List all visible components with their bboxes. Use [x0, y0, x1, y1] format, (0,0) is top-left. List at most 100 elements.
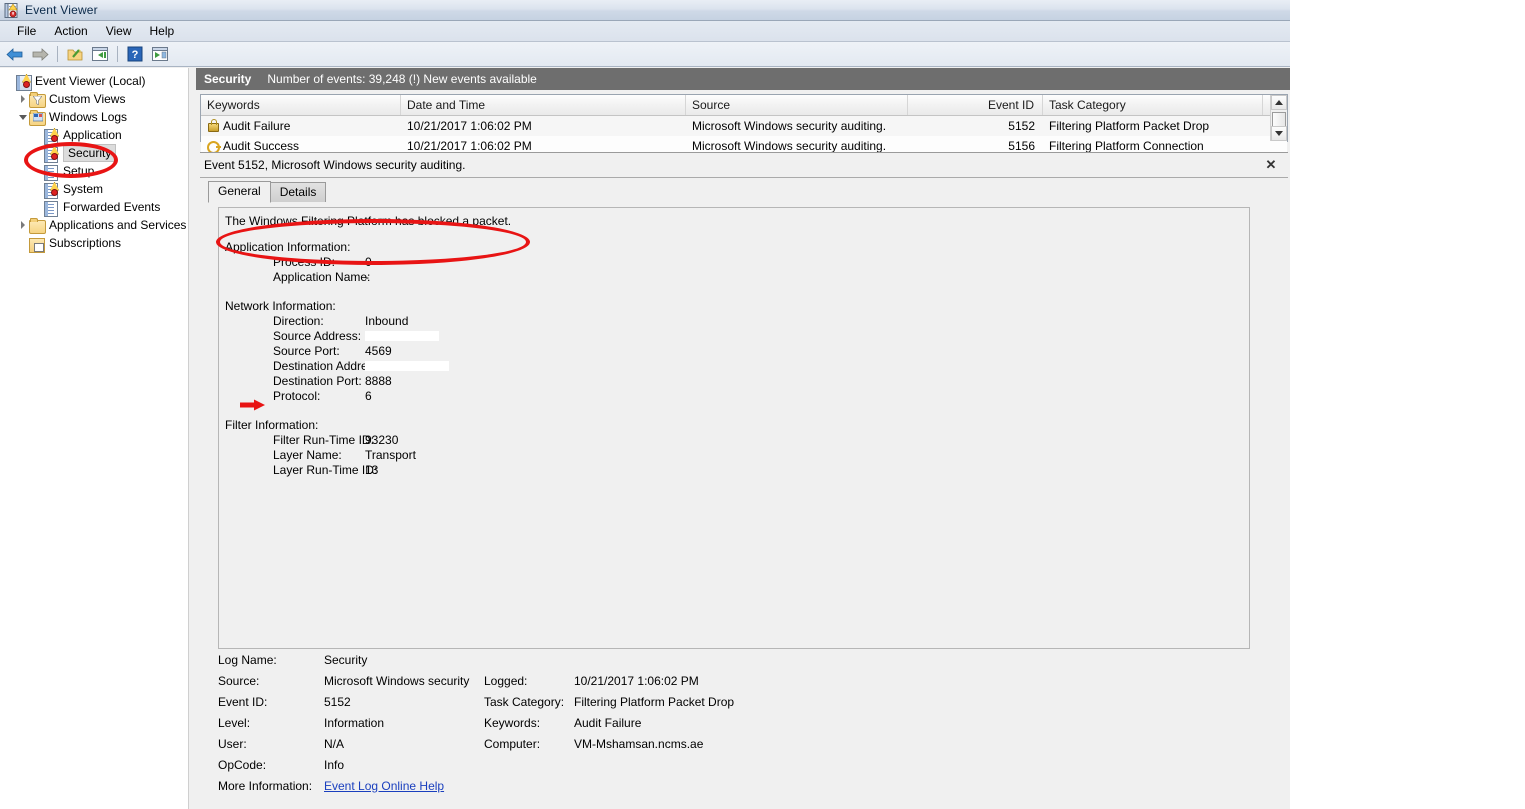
field-key: Process ID:: [273, 255, 336, 269]
field-row: Process ID: 0: [225, 255, 1249, 270]
cell-text: Audit Failure: [223, 119, 291, 133]
field-key: Destination Port:: [273, 374, 362, 388]
menu-action[interactable]: Action: [45, 22, 96, 40]
sidebar-item-setup[interactable]: Setup: [2, 162, 188, 181]
field-key: Layer Run-Time ID:: [273, 463, 378, 477]
column-header-event-id[interactable]: Event ID: [908, 95, 1043, 115]
help-button[interactable]: ?: [124, 44, 146, 64]
meta-row-log-name: Log Name: Security: [218, 649, 1268, 670]
window-title: Event Viewer: [25, 3, 98, 17]
sidebar-item-label: Windows Logs: [49, 110, 128, 124]
tree-twisty[interactable]: [16, 234, 29, 252]
task-category-label: Task Category:: [484, 694, 565, 709]
tree-twisty[interactable]: [30, 144, 43, 162]
content-header-title: Security: [204, 72, 252, 86]
tree-twisty[interactable]: [30, 180, 43, 198]
column-header-task-category[interactable]: Task Category: [1043, 95, 1263, 115]
column-header-date-and-time[interactable]: Date and Time: [401, 95, 686, 115]
sidebar-item-security[interactable]: Security: [2, 144, 188, 163]
event-id-label: Event ID:: [218, 694, 268, 709]
tree-twisty[interactable]: [30, 198, 43, 216]
cell-event-id: 5156: [1008, 139, 1035, 153]
table-row[interactable]: Audit Failure 10/21/2017 1:06:02 PM Micros…: [201, 116, 1287, 136]
event-log-online-help-link[interactable]: Event Log Online Help: [324, 779, 444, 793]
field-value: Inbound: [365, 314, 409, 328]
lock-icon: [207, 119, 219, 132]
sidebar-item-forwarded-events[interactable]: Forwarded Events: [2, 198, 188, 217]
logged-label: Logged:: [484, 673, 528, 688]
content-header: Security Number of events: 39,248 (!) Ne…: [196, 68, 1290, 90]
cell-datetime: 10/21/2017 1:06:02 PM: [407, 139, 532, 153]
toolbar-separator-1: [57, 46, 58, 62]
column-header-source[interactable]: Source: [686, 95, 908, 115]
tree-twisty[interactable]: [2, 72, 15, 90]
sidebar-item-subscriptions[interactable]: Subscriptions: [2, 234, 188, 253]
event-viewer-window: Event Viewer File Action View Help ? Eve…: [0, 0, 1290, 809]
field-key: Source Port:: [273, 344, 340, 358]
keywords-value: Audit Failure: [574, 715, 642, 730]
sidebar-item-application[interactable]: Application: [2, 126, 188, 145]
log-warning-icon: [43, 181, 59, 199]
tree-twisty[interactable]: [30, 162, 43, 180]
sidebar-item-applications-and-services-lo[interactable]: Applications and Services Lo: [2, 216, 188, 234]
tree-twisty[interactable]: [16, 90, 29, 108]
source-value: Microsoft Windows security: [324, 673, 470, 688]
meta-row-source: Source: Microsoft Windows security Logge…: [218, 670, 1268, 691]
user-label: User:: [218, 736, 247, 751]
field-value: 0: [365, 255, 372, 269]
field-row: Protocol: 6: [225, 389, 1249, 404]
event-detail-tabs: General Details: [200, 181, 1288, 203]
source-label: Source:: [218, 673, 260, 688]
menu-view[interactable]: View: [97, 22, 141, 40]
user-value: N/A: [324, 736, 345, 751]
close-icon[interactable]: ✕: [1262, 156, 1280, 174]
menu-help[interactable]: Help: [141, 22, 184, 40]
field-value: Transport: [365, 448, 416, 462]
sidebar-item-label: Security: [63, 144, 117, 162]
field-row: Destination Port: 8888: [225, 374, 1249, 389]
field-value: 6: [365, 389, 372, 403]
properties-button[interactable]: [89, 44, 111, 64]
opcode-value: Info: [324, 757, 345, 772]
cell-datetime: 10/21/2017 1:06:02 PM: [407, 119, 532, 133]
menu-file[interactable]: File: [8, 22, 45, 40]
folder-filter-icon: [29, 91, 46, 108]
folder-icon: [29, 217, 46, 234]
tab-details[interactable]: Details: [269, 182, 327, 202]
event-list-header: Keywords Date and Time Source Event ID Task …: [201, 95, 1287, 116]
scroll-down-icon[interactable]: [1271, 126, 1287, 141]
event-detail-title: Event 5152, Microsoft Windows security a…: [204, 158, 466, 172]
scroll-up-icon[interactable]: [1271, 95, 1287, 110]
field-value: 4569: [365, 344, 392, 358]
back-button[interactable]: [4, 44, 26, 64]
sidebar-item-system[interactable]: System: [2, 180, 188, 199]
event-list-scrollbar[interactable]: [1270, 95, 1287, 141]
tree-twisty[interactable]: [30, 126, 43, 144]
show-hide-console-tree-button[interactable]: [64, 44, 86, 64]
toolbar: ?: [0, 42, 1290, 67]
sidebar-item-custom-views[interactable]: Custom Views: [2, 90, 188, 108]
tree-twisty[interactable]: [16, 216, 29, 234]
opcode-label: OpCode:: [218, 757, 267, 772]
event-viewer-icon: [4, 2, 19, 18]
field-key: Layer Name:: [273, 448, 342, 462]
subscriptions-icon: [29, 236, 45, 253]
event-metadata: Log Name: Security Source: Microsoft Win…: [218, 649, 1268, 799]
cell-source: Microsoft Windows security auditing.: [692, 119, 887, 133]
sidebar-item-label: Custom Views: [49, 92, 126, 106]
sidebar-item-label: Forwarded Events: [63, 200, 161, 214]
more-information-label: More Information:: [218, 778, 313, 793]
tab-general[interactable]: General: [208, 181, 271, 203]
sidebar-item-windows-logs[interactable]: Windows Logs: [2, 108, 188, 126]
column-header-keywords[interactable]: Keywords: [201, 95, 401, 115]
cell-task-category: Filtering Platform Connection: [1049, 139, 1204, 153]
tree-twisty[interactable]: [16, 108, 29, 126]
keywords-label: Keywords:: [484, 715, 541, 730]
field-group-heading: Application Information:: [225, 240, 351, 254]
key-icon: [207, 140, 221, 153]
content-pane: Security Number of events: 39,248 (!) Ne…: [196, 68, 1290, 809]
forward-button[interactable]: [29, 44, 51, 64]
sidebar-item-event-viewer-local[interactable]: Event Viewer (Local): [2, 72, 188, 91]
field-value: 93230: [365, 433, 399, 447]
show-action-pane-button[interactable]: [149, 44, 171, 64]
